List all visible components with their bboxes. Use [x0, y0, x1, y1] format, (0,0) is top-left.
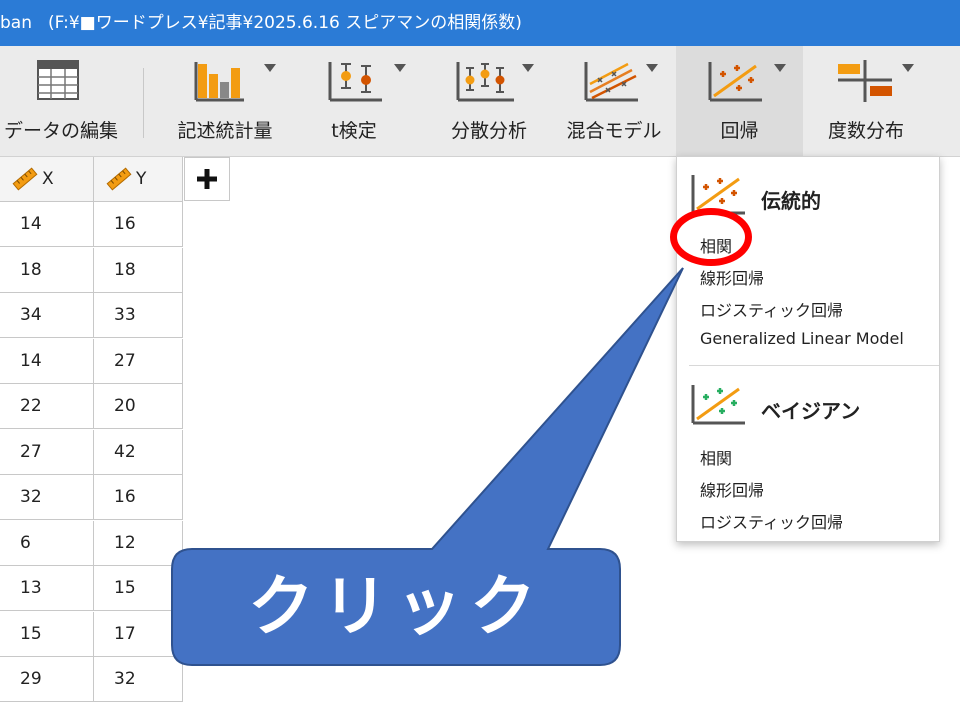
callout-text: クリック: [248, 568, 544, 645]
